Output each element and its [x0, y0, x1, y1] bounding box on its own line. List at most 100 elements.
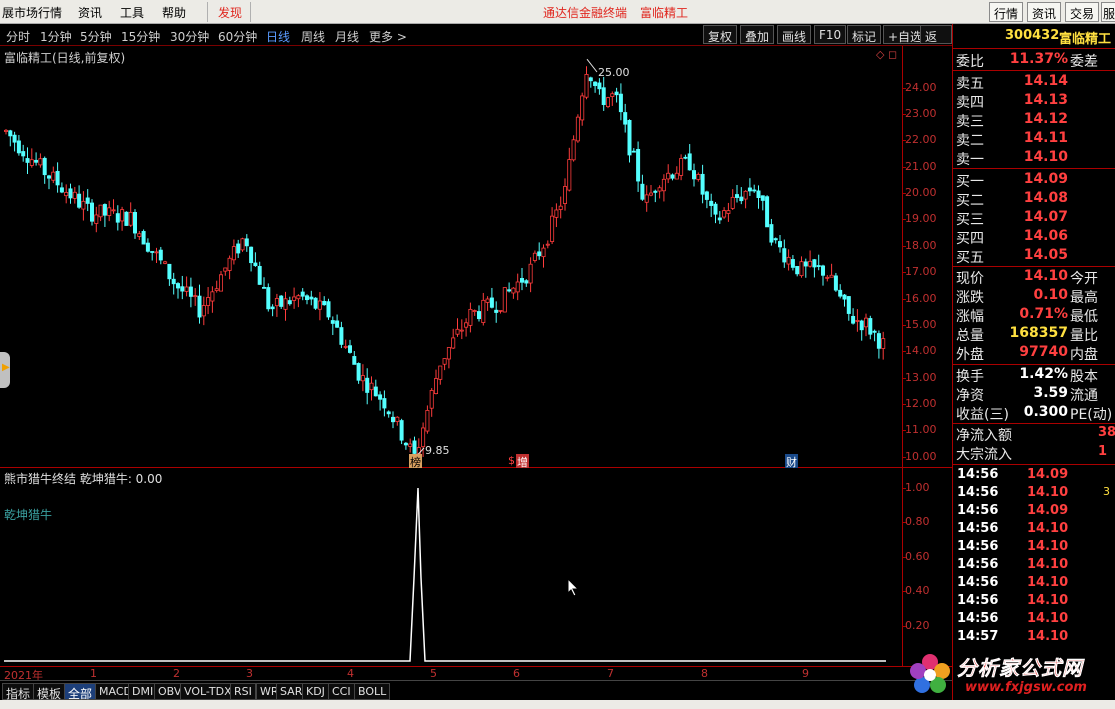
candle-body [851, 315, 856, 324]
candle-body [115, 213, 120, 223]
candle-body [636, 148, 641, 182]
period-monthly[interactable]: 月线 [335, 28, 359, 45]
tab-all[interactable]: 全部 [64, 683, 97, 701]
candle-body [601, 87, 606, 106]
candle-body [778, 241, 783, 248]
quote-panel[interactable]: 300432 富临精工 委比 11.37% 委差 卖五 14.14 卖四 14.13 卖… [952, 24, 1115, 700]
menu-discover[interactable]: 发现 [218, 4, 242, 21]
quote-mode-button[interactable]: 行情 [989, 2, 1024, 22]
period-more[interactable]: 更多 > [369, 28, 407, 45]
period-daily[interactable]: 日线 [266, 28, 290, 45]
indicator-pane[interactable]: 熊市猎牛终结 乾坤猎牛: 0.00 乾坤猎牛 1.00 0.80 0.60 0.40 0… [0, 468, 952, 666]
tab-boll[interactable]: BOLL [354, 683, 391, 700]
period-60min[interactable]: 60分钟 [218, 28, 257, 45]
candle-body [111, 209, 116, 212]
period-weekly[interactable]: 周线 [301, 28, 325, 45]
dollar-icon[interactable]: $ [508, 454, 515, 467]
menu-tools[interactable]: 工具 [120, 4, 144, 21]
tab-indicator[interactable]: 指标 [2, 683, 35, 701]
draw-button[interactable]: 画线 [777, 25, 812, 44]
weicha-label: 委差 [1070, 54, 1098, 70]
flow-row: 净流入额 38 [953, 425, 1115, 444]
candle-body [274, 298, 279, 307]
ask-row-label: 卖一 [956, 152, 984, 168]
tab-rsi[interactable]: RSI [230, 683, 256, 700]
trade-mode-button[interactable]: 交易 [1065, 2, 1100, 22]
stat-row-label: 涨幅 [956, 309, 984, 325]
news-mode-button[interactable]: 资讯 [1027, 2, 1062, 22]
candle-body [330, 320, 335, 324]
bid-row-label: 买二 [956, 193, 984, 209]
y-tick-label: 21.00 [905, 159, 937, 173]
candle-body [145, 242, 150, 252]
back-button[interactable]: 返回 [920, 25, 952, 61]
candle-body [700, 173, 705, 195]
tick-row: 14:56 14.10 [953, 593, 1115, 612]
tab-template[interactable]: 模板 [33, 683, 66, 701]
candle-body [541, 247, 546, 258]
f10-button[interactable]: F10 [814, 25, 847, 44]
candle-body [360, 375, 365, 382]
candle-body [829, 274, 834, 278]
candle-body [730, 196, 735, 209]
menu-help[interactable]: 帮助 [162, 4, 186, 21]
overlay-button[interactable]: 叠加 [740, 25, 775, 44]
adjust-button[interactable]: 复权 [703, 25, 738, 44]
period-1min[interactable]: 1分钟 [40, 28, 72, 45]
candle-body [760, 195, 765, 201]
tick-time: 14:56 [957, 593, 999, 608]
candle-body [859, 320, 864, 331]
candle-body [739, 196, 744, 202]
tick-row: 14:57 14.10 [953, 629, 1115, 648]
period-5min[interactable]: 5分钟 [80, 28, 112, 45]
tab-kdj[interactable]: KDJ [302, 683, 329, 700]
candle-body [433, 378, 438, 394]
period-30min[interactable]: 30分钟 [170, 28, 209, 45]
ask-row-value: 14.12 [1023, 111, 1068, 127]
candle-body [300, 291, 305, 297]
stat-row: 外盘 97740 内盘 [953, 344, 1115, 363]
stat-row-right-label: 最低 [1070, 309, 1098, 325]
candle-body [408, 443, 413, 447]
candle-body [614, 91, 619, 96]
mark-button[interactable]: 标记 [847, 25, 882, 44]
ask-row: 卖二 14.11 [953, 130, 1115, 149]
candle-body [68, 188, 73, 199]
main-chart-pane[interactable]: 富临精工(日线,前复权) ◇ ◻ 24.00 23.00 22.00 21.00 20.… [0, 46, 952, 470]
candle-body [808, 260, 813, 267]
candle-body [322, 301, 327, 306]
candle-body [425, 410, 430, 432]
side-expand-handle[interactable]: ▶ [0, 352, 10, 388]
expand-arrow-icon: ▶ [2, 362, 10, 373]
stat-row-value: 97740 [1019, 344, 1068, 360]
flower-logo-icon [910, 654, 950, 693]
tab-dmi[interactable]: DMI [128, 683, 158, 700]
candle-body [442, 358, 447, 365]
candle-body [842, 294, 847, 300]
menu-news[interactable]: 资讯 [78, 4, 102, 21]
stat2-row-value: 1.42% [1019, 366, 1068, 382]
candle-body [468, 308, 473, 326]
candle-body [704, 191, 709, 200]
candle-body [365, 377, 370, 393]
period-15min[interactable]: 15分钟 [121, 28, 160, 45]
candle-body [412, 440, 417, 454]
candle-body [347, 345, 352, 353]
candle-body [631, 150, 636, 153]
candle-body [94, 214, 99, 224]
candle-body [287, 300, 292, 305]
tab-cci[interactable]: CCI [328, 683, 355, 700]
candle-body [520, 278, 525, 283]
tick-price: 14.10 [1027, 521, 1069, 536]
tab-vol-tdx[interactable]: VOL-TDX [180, 683, 236, 700]
candle-body [511, 287, 516, 294]
stat-row-right-label: 今开 [1070, 271, 1098, 287]
menu-market[interactable]: 展市场行情 [2, 4, 62, 21]
service-mode-button[interactable]: 服 [1101, 2, 1115, 22]
candle-body [356, 363, 361, 381]
candle-body [429, 390, 434, 409]
candle-body [59, 187, 64, 193]
period-timeshare[interactable]: 分时 [6, 28, 30, 45]
candle-body [537, 251, 542, 257]
indicator-tabs: 指标 模板 全部 MACD DMI OBV VOL-TDX RSI WR SAR… [0, 680, 952, 701]
